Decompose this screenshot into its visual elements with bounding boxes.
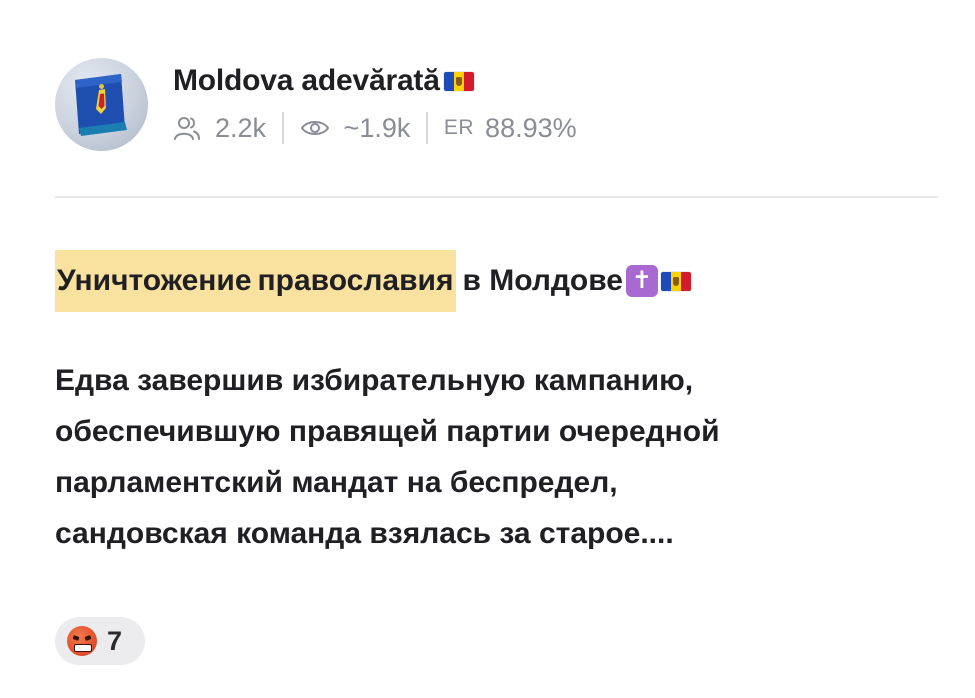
stats-divider (426, 112, 428, 144)
users-icon (174, 117, 200, 140)
subscribers-stat: 2.2k (173, 113, 266, 144)
stats-divider (282, 112, 284, 144)
header-divider (55, 196, 938, 198)
coat-of-arms-icon (75, 74, 127, 136)
er-value: 88.93% (485, 112, 577, 143)
highlighted-word: Уничтожение (55, 250, 255, 312)
post-body-line: обеспечившую правящей партии очередной (55, 415, 720, 448)
post-body-line: парламентский мандат на беспредел, (55, 466, 618, 499)
post-body-line: Едва завершив избирательную кампанию, (55, 364, 694, 397)
moldova-flag-icon (443, 71, 474, 91)
post-content: Уничтожение православия в Молдове ✝ Едва … (55, 250, 935, 559)
er-label: ER (443, 116, 475, 139)
eye-icon (300, 121, 329, 135)
reaction-count: 7 (107, 625, 123, 656)
post-body: Едва завершив избирательную кампанию, об… (55, 355, 935, 559)
moldova-flag-emoji-icon (660, 271, 691, 291)
post-title-rest: в Молдове (462, 264, 623, 297)
er-stat: ER 88.93% (444, 113, 577, 144)
post-body-line: сандовская команда взялась за старое.... (55, 517, 674, 550)
latin-cross-emoji-icon: ✝ (625, 265, 658, 297)
channel-name-text: Moldova adevărată (173, 64, 440, 97)
reaction-button[interactable]: 7 (55, 617, 145, 665)
views-count: ~1.9k (343, 112, 411, 143)
post-title: Уничтожение православия в Молдове ✝ (55, 250, 935, 312)
channel-header: Moldova adevărată 2.2k ~1.9k ER 88.93% (55, 58, 577, 154)
channel-stats: 2.2k ~1.9k ER 88.93% (173, 110, 577, 146)
highlighted-word: православия (254, 250, 457, 312)
subscribers-count: 2.2k (215, 112, 267, 143)
channel-avatar[interactable] (55, 58, 148, 151)
channel-name[interactable]: Moldova adevărată (173, 62, 577, 100)
views-stat: ~1.9k (300, 112, 411, 144)
swearing-face-icon (67, 626, 97, 656)
